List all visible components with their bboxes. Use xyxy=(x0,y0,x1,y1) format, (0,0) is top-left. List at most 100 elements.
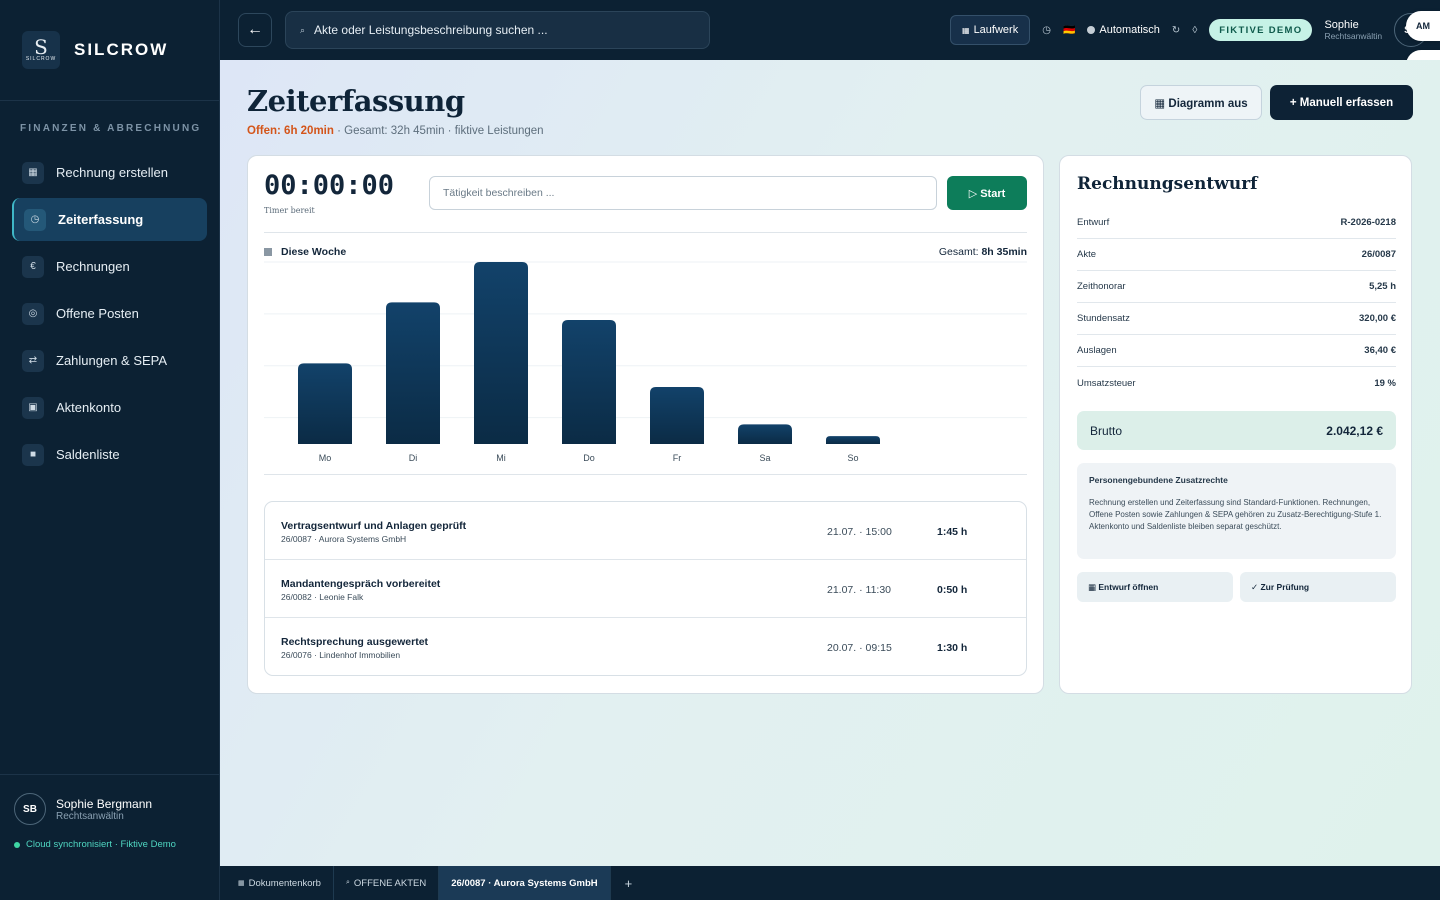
invoice-row-value: 320,00 € xyxy=(1359,313,1396,324)
clock-icon[interactable]: ◷ xyxy=(1042,25,1051,36)
chart-bar-mi[interactable] xyxy=(474,262,528,444)
weekly-bar-chart: Mo Di Mi Do Fr Sa So xyxy=(264,261,1027,463)
invoice-row: Stundensatz 320,00 € xyxy=(1077,303,1396,335)
euro-icon: € xyxy=(22,255,44,278)
chart-tick-label: So xyxy=(847,453,858,463)
drive-icon: ▦ xyxy=(962,25,970,35)
sidebar-item-zeiterfassung[interactable]: ◷ Zeiterfassung xyxy=(12,198,207,241)
list-item[interactable]: Rechtsprechung ausgewertet 26/0076 · Lin… xyxy=(265,618,1026,675)
invoice-row-value: 5,25 h xyxy=(1369,281,1396,292)
chart-tick-label: Di xyxy=(409,453,418,463)
entry-meta: 26/0082 · Leonie Falk xyxy=(281,592,364,602)
german-flag-icon[interactable]: 🇩🇪 xyxy=(1063,25,1075,36)
invoice-row-label: Stundensatz xyxy=(1077,313,1130,324)
sidebar-item-saldenliste[interactable]: ■ Saldenliste xyxy=(12,433,207,476)
chart-bar-di[interactable] xyxy=(386,302,440,444)
brand-name: SILCROW xyxy=(74,40,169,59)
invoice-row-label: Zeithonorar xyxy=(1077,281,1126,292)
chart-bar-fr[interactable] xyxy=(650,386,704,444)
invoice-row-value: 26/0087 xyxy=(1361,249,1396,260)
logo-letter: S xyxy=(34,35,48,59)
page-subtitle: Offen: 6h 20min · Gesamt: 32h 45min · fi… xyxy=(247,125,544,137)
tab-label: 26/0087 · Aurora Systems GmbH xyxy=(451,877,598,889)
tab-offene-akten[interactable]: ⌕ OFFENE AKTEN xyxy=(334,866,440,900)
add-tab-button[interactable]: + xyxy=(611,876,647,891)
sidebar-item-offene-posten[interactable]: ◎ Offene Posten xyxy=(12,292,207,335)
invoice-row-value: 36,40 € xyxy=(1364,345,1396,356)
task-description-input[interactable]: Tätigkeit beschreiben ... xyxy=(429,176,937,210)
refresh-icon[interactable]: ↻ xyxy=(1172,25,1180,36)
invoice-create-icon: ▦ xyxy=(22,161,44,184)
search-placeholder: Akte oder Leistungsbeschreibung suchen .… xyxy=(314,23,548,37)
user-role: Rechtsanwältin xyxy=(56,810,124,822)
sidebar-item-rechnungen[interactable]: € Rechnungen xyxy=(12,245,207,288)
invoice-row: Entwurf R-2026-0218 xyxy=(1077,207,1396,239)
sidebar-item-label: Rechnung erstellen xyxy=(56,165,169,180)
tab-active-file[interactable]: 26/0087 · Aurora Systems GmbH xyxy=(439,866,611,900)
tab-dokumentenkorb[interactable]: ▦ Dokumentenkorb xyxy=(220,866,334,900)
entry-meta: 26/0076 · Lindenhof Immobilien xyxy=(281,650,401,660)
invoice-draft-card: Rechnungsentwurf Entwurf R-2026-0218 Akte… xyxy=(1059,155,1412,694)
main-content: Zeiterfassung Offen: 6h 20min · Gesamt: … xyxy=(220,60,1440,866)
gross-total: Brutto 2.042,12 € xyxy=(1077,411,1396,450)
open-draft-button[interactable]: ▦ Entwurf öffnen xyxy=(1077,572,1233,602)
chart-bar-mo[interactable] xyxy=(298,363,352,444)
sidebar-footer: SB Sophie Bergmann Rechtsanwältin Cloud … xyxy=(0,774,220,900)
open-hours: Offen: 6h 20min xyxy=(247,125,334,137)
chart-bar-so[interactable] xyxy=(826,436,880,444)
document-basket-icon: ▦ xyxy=(238,880,245,887)
chart-bar-do[interactable] xyxy=(562,320,616,444)
manual-entry-button[interactable]: + Manuell erfassen xyxy=(1270,85,1413,120)
logo-word: SILCROW xyxy=(25,56,57,62)
invoice-row-label: Auslagen xyxy=(1077,345,1117,356)
sidebar-item-rechnung-erstellen[interactable]: ▦ Rechnung erstellen xyxy=(12,151,207,194)
sync-status: Cloud synchronisiert · Fiktive Demo xyxy=(14,839,206,850)
invoice-row: Umsatzsteuer 19 % xyxy=(1077,367,1396,399)
brand[interactable]: S SILCROW SILCROW xyxy=(0,0,219,101)
entry-title: Mandantengespräch vorbereitet xyxy=(281,578,441,590)
demo-badge: FIKTIVE DEMO xyxy=(1209,19,1313,41)
subtitle-rest: · Gesamt: 32h 45min · fiktive Leistungen xyxy=(333,125,544,137)
list-item[interactable]: Vertragsentwurf und Anlagen geprüft 26/0… xyxy=(265,502,1026,560)
entry-datetime: 20.07. · 09:15 xyxy=(827,642,892,654)
gross-label: Brutto xyxy=(1090,423,1123,438)
entry-datetime: 21.07. · 15:00 xyxy=(827,526,892,538)
tab-label: OFFENE AKTEN xyxy=(353,877,427,889)
entry-duration: 1:30 h xyxy=(937,642,968,654)
time-entries-list: Vertragsentwurf und Anlagen geprüft 26/0… xyxy=(264,501,1027,676)
theme-toggle[interactable]: Automatisch xyxy=(1087,24,1160,36)
laufwerk-button[interactable]: ▦ Laufwerk xyxy=(950,15,1031,45)
chart-tick-label: Mi xyxy=(496,453,506,463)
topbar: ← ⌕ Akte oder Leistungsbeschreibung such… xyxy=(220,0,1440,60)
entry-datetime: 21.07. · 11:30 xyxy=(827,584,892,596)
topbar-user[interactable]: Sophie Rechtsanwältin xyxy=(1324,19,1382,41)
invoice-row: Zeithonorar 5,25 h xyxy=(1077,271,1396,303)
chart-bar-sa[interactable] xyxy=(738,424,792,444)
week-total: Gesamt: 8h 35min xyxy=(939,246,1027,258)
search-icon: ⌕ xyxy=(345,879,350,886)
tab-label: Dokumentenkorb xyxy=(248,877,321,889)
toggle-diagram-button[interactable]: ▦ Diagramm aus xyxy=(1140,85,1262,120)
invoice-title: Rechnungsentwurf xyxy=(1077,174,1258,194)
transfer-icon: ⇄ xyxy=(22,349,44,372)
sidebar: S SILCROW SILCROW FINANZEN & ABRECHNUNG … xyxy=(0,0,220,900)
user-profile[interactable]: SB Sophie Bergmann Rechtsanwältin xyxy=(14,793,206,825)
diamond-icon[interactable]: ◊ xyxy=(1192,25,1197,36)
invoice-row-label: Umsatzsteuer xyxy=(1077,377,1136,389)
chart-tick-label: Mo xyxy=(319,453,332,463)
sidebar-item-aktenkonto[interactable]: ▣ Aktenkonto xyxy=(12,386,207,429)
task-placeholder: Tätigkeit beschreiben ... xyxy=(443,187,555,199)
divider xyxy=(264,474,1027,475)
submit-review-button[interactable]: ✓ Zur Prüfung xyxy=(1240,572,1396,602)
rail-user-am[interactable]: AM xyxy=(1406,11,1440,41)
status-dot-icon xyxy=(14,841,20,848)
list-item[interactable]: Mandantengespräch vorbereitet 26/0082 · … xyxy=(265,560,1026,618)
back-button[interactable]: ← xyxy=(238,13,272,47)
chart-tick-label: Fr xyxy=(673,453,682,463)
gross-value: 2.042,12 € xyxy=(1326,423,1383,438)
week-label-text: Diese Woche xyxy=(281,246,347,258)
sidebar-item-zahlungen-sepa[interactable]: ⇄ Zahlungen & SEPA xyxy=(12,339,207,382)
user-name: Sophie Bergmann xyxy=(56,796,153,811)
start-timer-button[interactable]: ▷ Start xyxy=(947,176,1027,210)
search-input[interactable]: ⌕ Akte oder Leistungsbeschreibung suchen… xyxy=(285,11,710,49)
